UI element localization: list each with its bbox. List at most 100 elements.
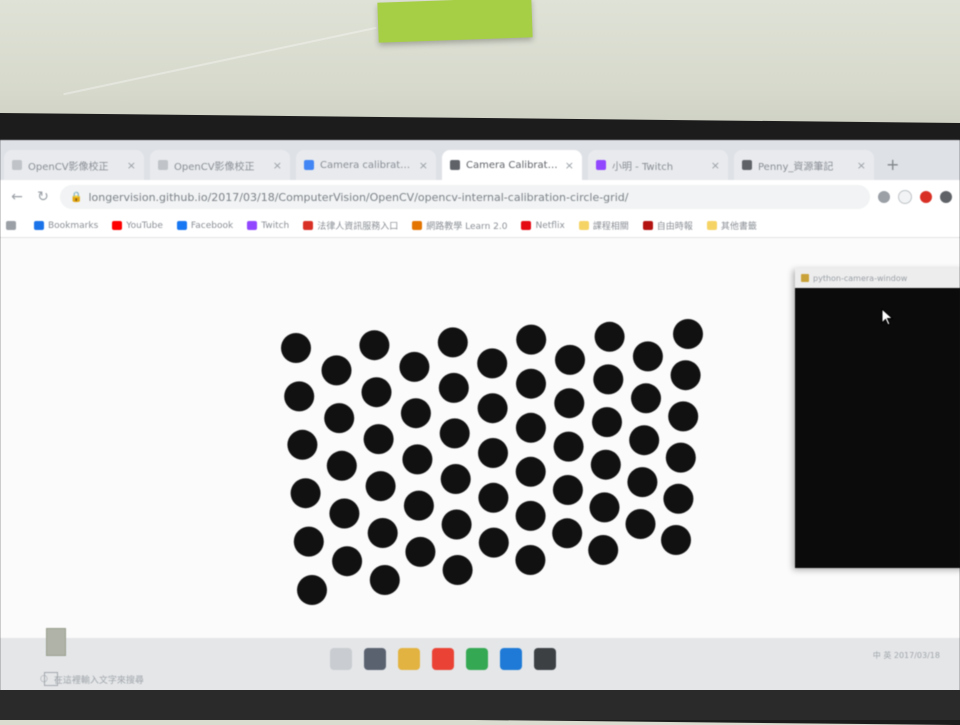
calibration-dot bbox=[440, 464, 471, 494]
bookmark-label: 網路教學 Learn 2.0 bbox=[426, 222, 508, 232]
bookmark-label: 課程相關 bbox=[592, 222, 629, 232]
system-tray: 中 英 2017/03/18 bbox=[873, 650, 940, 661]
bookmark-label: YouTube bbox=[126, 220, 163, 231]
calibration-dot bbox=[438, 372, 469, 403]
calibration-dot bbox=[553, 431, 584, 462]
bookmark-item[interactable]: 課程相關 bbox=[578, 219, 629, 232]
calibration-dot bbox=[290, 478, 321, 509]
new-tab-button[interactable]: + bbox=[886, 155, 899, 174]
extension-icon[interactable] bbox=[920, 191, 932, 203]
calibration-dot bbox=[625, 509, 656, 539]
calibration-dot bbox=[329, 498, 360, 529]
python-icon bbox=[801, 274, 809, 282]
calibration-dot bbox=[515, 545, 546, 575]
taskbar-apps bbox=[330, 648, 556, 670]
bookmark-icon bbox=[6, 221, 16, 230]
bookmark-item[interactable]: 其他書籤 bbox=[706, 219, 757, 232]
bookmark-icon bbox=[521, 221, 532, 230]
bookmark-item[interactable]: 自由時報 bbox=[642, 219, 693, 232]
calibration-dot bbox=[281, 333, 311, 363]
bookmark-icon bbox=[34, 221, 44, 230]
calibration-dot bbox=[478, 482, 509, 513]
calibration-dot bbox=[663, 483, 694, 514]
taskbar-search[interactable]: ○ 在這裡輸入文字來搜尋 bbox=[40, 668, 290, 690]
calibration-dot bbox=[477, 348, 508, 379]
tab-label: 小明 - Twitch bbox=[612, 161, 674, 173]
camera-window-titlebar[interactable]: python-camera-window bbox=[795, 268, 960, 288]
profile-icon[interactable] bbox=[878, 191, 890, 203]
bookmark-item[interactable]: 法律人資訊服務入口 bbox=[303, 219, 398, 232]
bookmark-label: Netflix bbox=[535, 220, 565, 231]
desktop-shortcut-icon[interactable] bbox=[46, 628, 66, 656]
tab-close-icon[interactable]: × bbox=[857, 159, 866, 172]
bookmark-item[interactable]: Twitch bbox=[247, 221, 289, 231]
tab-label: Camera Calibration bbox=[466, 159, 559, 171]
calibration-dot bbox=[402, 444, 433, 475]
calibration-dot bbox=[594, 321, 625, 352]
tab-3[interactable]: Camera Calibration × bbox=[442, 150, 582, 180]
bookmark-item[interactable] bbox=[6, 221, 20, 230]
taskbar-app-icon[interactable] bbox=[364, 648, 386, 670]
tab-2[interactable]: Camera calibration × bbox=[296, 150, 436, 180]
bookmarks-bar: Bookmarks YouTube Facebook Twitch 法律人資訊服務入口 網… bbox=[0, 214, 960, 238]
tab-strip: OpenCV影像校正 × OpenCV影像校正 × Camera calibration… bbox=[0, 140, 960, 180]
tab-label: Penny_資源筆記 bbox=[758, 161, 834, 173]
calibration-dot bbox=[552, 475, 583, 505]
calibration-dot bbox=[367, 518, 398, 548]
calibration-dot bbox=[590, 449, 621, 480]
bookmark-label: Twitch bbox=[261, 220, 290, 231]
browser-toolbar: ← ↻ 🔒 longervision.github.io/2017/03/18/… bbox=[0, 180, 960, 214]
tab-close-icon[interactable]: × bbox=[565, 159, 574, 172]
tab-close-icon[interactable]: × bbox=[419, 159, 428, 172]
calibration-dot bbox=[321, 355, 352, 386]
calibration-dot bbox=[668, 401, 699, 432]
calibration-dot bbox=[592, 407, 622, 438]
calibration-dot bbox=[439, 418, 470, 449]
bookmark-label: Bookmarks bbox=[48, 220, 99, 231]
tray-text: 中 英 2017/03/18 bbox=[872, 651, 940, 660]
calibration-dot bbox=[555, 344, 585, 375]
address-url: longervision.github.io/2017/03/18/Comput… bbox=[88, 190, 629, 204]
bookmark-item[interactable]: Netflix bbox=[521, 220, 565, 231]
menu-icon[interactable] bbox=[940, 191, 952, 203]
taskbar-app-icon[interactable] bbox=[432, 648, 454, 670]
address-bar[interactable]: 🔒 longervision.github.io/2017/03/18/Comp… bbox=[60, 185, 870, 209]
camera-preview-window[interactable]: python-camera-window bbox=[795, 268, 960, 568]
mouse-cursor-icon bbox=[881, 308, 894, 326]
tab-0[interactable]: OpenCV影像校正 × bbox=[4, 150, 144, 180]
search-icon: ○ bbox=[40, 674, 48, 684]
calibration-dot bbox=[478, 438, 508, 468]
tab-label: Camera calibration bbox=[320, 159, 413, 171]
tab-favicon-icon bbox=[12, 160, 22, 170]
camera-window-title: python-camera-window bbox=[813, 273, 908, 283]
taskbar-app-icon[interactable] bbox=[330, 648, 352, 670]
back-icon[interactable]: ← bbox=[8, 189, 26, 205]
calibration-dot bbox=[477, 393, 508, 424]
calibration-dot bbox=[515, 412, 546, 443]
tab-close-icon[interactable]: × bbox=[127, 159, 136, 172]
tab-close-icon[interactable]: × bbox=[711, 159, 720, 172]
bookmark-item[interactable]: Bookmarks bbox=[34, 221, 98, 231]
tab-favicon-icon bbox=[596, 160, 606, 170]
tab-close-icon[interactable]: × bbox=[273, 159, 282, 172]
calibration-dot bbox=[478, 527, 509, 558]
tab-4[interactable]: 小明 - Twitch × bbox=[588, 150, 728, 180]
tab-favicon-icon bbox=[450, 160, 460, 170]
tab-favicon-icon bbox=[742, 160, 752, 170]
bookmark-item[interactable]: Facebook bbox=[176, 221, 233, 231]
star-icon[interactable] bbox=[898, 190, 912, 204]
taskbar-app-icon[interactable] bbox=[534, 648, 556, 670]
bookmark-item[interactable]: 網路教學 Learn 2.0 bbox=[412, 219, 507, 232]
bookmark-item[interactable]: YouTube bbox=[112, 221, 163, 231]
taskbar-app-icon[interactable] bbox=[466, 648, 488, 670]
calibration-dot bbox=[442, 555, 473, 585]
tab-5[interactable]: Penny_資源筆記 × bbox=[734, 150, 874, 180]
taskbar-app-icon[interactable] bbox=[398, 648, 420, 670]
calibration-dot bbox=[589, 492, 620, 523]
tab-1[interactable]: OpenCV影像校正 × bbox=[150, 150, 290, 180]
reload-icon[interactable]: ↻ bbox=[34, 189, 52, 205]
calibration-dot bbox=[554, 388, 585, 419]
taskbar-app-icon[interactable] bbox=[500, 648, 522, 670]
calibration-dot bbox=[631, 383, 661, 414]
calibration-dot bbox=[297, 575, 327, 605]
